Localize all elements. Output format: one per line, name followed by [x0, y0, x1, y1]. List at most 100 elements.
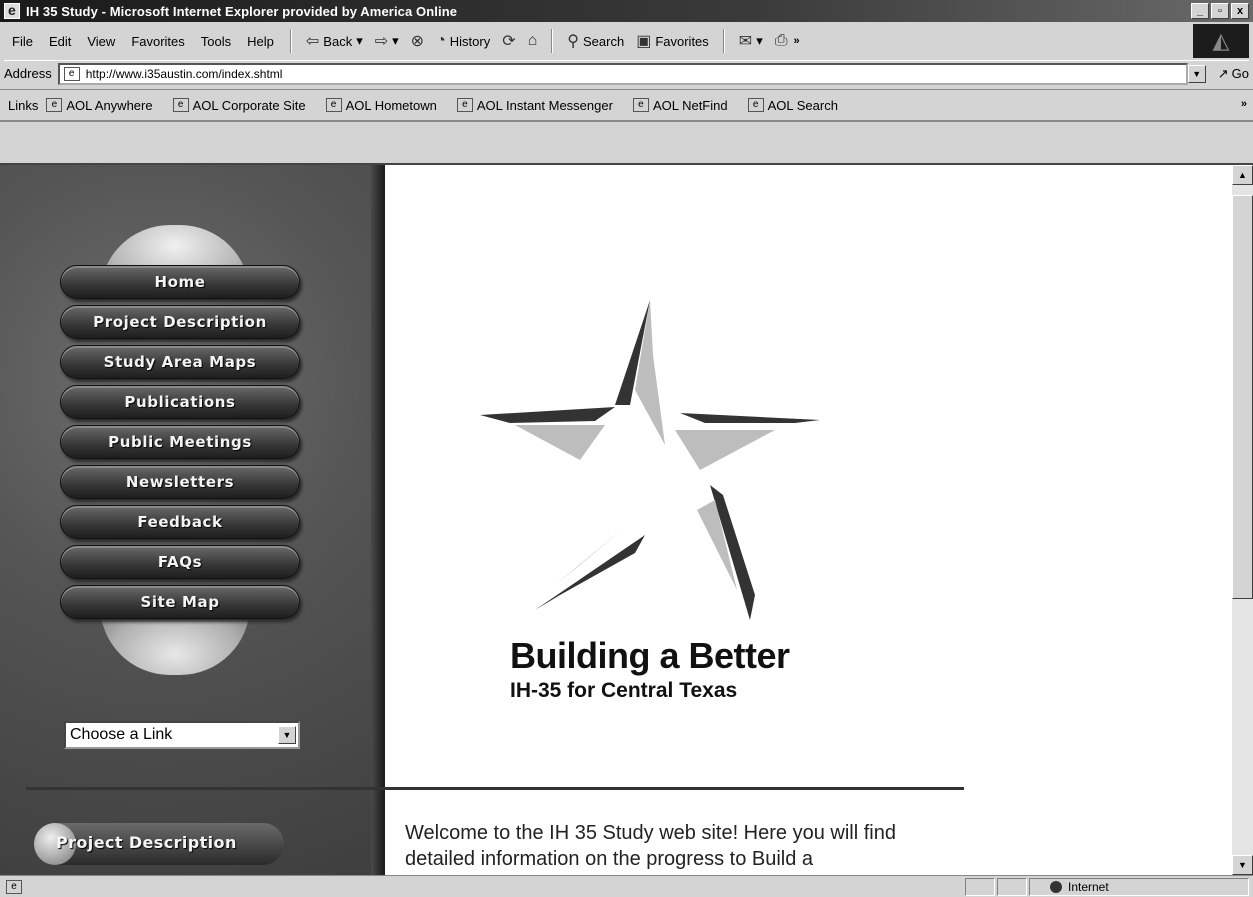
choose-link-select[interactable]: Choose a Link ▼ [64, 721, 300, 749]
mail-button[interactable]: ✉ ▾ [733, 31, 769, 51]
chrome-divider [0, 122, 1253, 165]
toolbar-separator [551, 29, 554, 53]
main-content: Building a Better IH-35 for Central Texa… [385, 165, 1232, 875]
scroll-down-button[interactable]: ▼ [1232, 855, 1253, 875]
nav-feedback[interactable]: Feedback [60, 505, 300, 539]
mail-icon: ✉ [738, 33, 753, 50]
nav-faqs[interactable]: FAQs [60, 545, 300, 579]
menu-toolbar-area: File Edit View Favorites Tools Help ⇦ Ba… [0, 22, 1253, 90]
vertical-scrollbar[interactable]: ▲ ▼ [1232, 165, 1253, 875]
logo-subtitle: IH-35 for Central Texas [510, 679, 738, 702]
horizontal-rule [26, 787, 964, 790]
home-button[interactable]: ⌂ [522, 32, 544, 50]
refresh-icon: ⟳ [502, 33, 516, 50]
address-bar: Address e http://www.i35austin.com/index… [4, 60, 1249, 86]
forward-dropdown-icon[interactable]: ▾ [392, 33, 399, 49]
toolbar-separator [722, 29, 725, 53]
search-icon: ⚲ [567, 33, 579, 50]
security-zone: Internet [1029, 878, 1249, 896]
nav-home[interactable]: Home [60, 265, 300, 299]
page-icon: e [63, 66, 80, 81]
menu-view[interactable]: View [79, 34, 123, 49]
mail-dropdown-icon[interactable]: ▾ [756, 33, 763, 49]
link-label: AOL Hometown [345, 97, 437, 113]
star-logo-icon [480, 300, 820, 620]
search-label: Search [583, 33, 625, 49]
close-button[interactable]: x [1231, 3, 1249, 19]
link-aol-netfind[interactable]: e AOL NetFind [632, 97, 728, 113]
section-pill-project-description[interactable]: Project Description [34, 823, 284, 865]
page-icon: e [632, 98, 649, 112]
status-pane [965, 878, 995, 896]
nav-site-map[interactable]: Site Map [60, 585, 300, 619]
scroll-thumb[interactable] [1232, 195, 1253, 599]
logo-title: Building a Better [510, 635, 790, 676]
link-aol-hometown[interactable]: e AOL Hometown [325, 97, 437, 113]
site-nav: Home Project Description Study Area Maps… [60, 265, 300, 625]
welcome-text: Welcome to the IH 35 Study web site! Her… [405, 822, 896, 870]
ie-throbber-logo: ◭ [1193, 24, 1249, 58]
link-label: AOL NetFind [652, 97, 728, 113]
link-label: AOL Instant Messenger [476, 97, 613, 113]
nav-publications[interactable]: Publications [60, 385, 300, 419]
nav-project-description[interactable]: Project Description [60, 305, 300, 339]
scroll-up-button[interactable]: ▲ [1232, 165, 1253, 185]
section-pill-label: Project Description [56, 833, 237, 852]
link-aol-instant-messenger[interactable]: e AOL Instant Messenger [456, 97, 613, 113]
print-button[interactable]: ⎙ [769, 32, 794, 50]
status-pane [997, 878, 1027, 896]
menu-tools[interactable]: Tools [193, 34, 239, 49]
maximize-button[interactable]: ▫ [1211, 3, 1229, 19]
print-icon: ⎙ [774, 32, 788, 49]
stop-icon: ⊗ [410, 33, 425, 50]
menu-help[interactable]: Help [239, 34, 282, 49]
links-chevron[interactable]: » [1241, 98, 1247, 110]
page-viewport: Home Project Description Study Area Maps… [0, 165, 1232, 875]
link-label: AOL Corporate Site [192, 97, 306, 113]
address-url: http://www.i35austin.com/index.shtml [85, 66, 283, 81]
address-input[interactable]: e http://www.i35austin.com/index.shtml [57, 62, 1188, 85]
back-arrow-icon: ⇦ [305, 33, 320, 50]
status-panes: Internet [965, 878, 1249, 896]
links-bar: Links e AOL Anywhere e AOL Corporate Site … [0, 90, 1253, 122]
menu-favorites[interactable]: Favorites [123, 34, 192, 49]
history-label: History [449, 33, 491, 49]
go-button[interactable]: ↗ Go [1218, 66, 1249, 82]
address-label: Address [4, 66, 52, 81]
globe-icon [1050, 881, 1062, 893]
nav-study-area-maps[interactable]: Study Area Maps [60, 345, 300, 379]
window-title: IH 35 Study - Microsoft Internet Explore… [26, 3, 458, 19]
link-label: AOL Search [767, 97, 838, 113]
link-aol-corporate-site[interactable]: e AOL Corporate Site [172, 97, 306, 113]
status-bar: e Internet [0, 875, 1253, 897]
favorites-label: Favorites [655, 33, 709, 49]
stop-button[interactable]: ⊗ [405, 31, 430, 51]
history-button[interactable]: ◔ History [430, 32, 496, 50]
nav-newsletters[interactable]: Newsletters [60, 465, 300, 499]
back-button[interactable]: ⇦ Back ▾ [300, 31, 369, 51]
menu-file[interactable]: File [4, 34, 41, 49]
select-value: Choose a Link [70, 726, 173, 743]
page-icon: e [46, 98, 63, 112]
forward-arrow-icon: ⇨ [374, 33, 389, 50]
link-aol-anywhere[interactable]: e AOL Anywhere [46, 97, 153, 113]
page-status-icon: e [6, 879, 22, 894]
minimize-button[interactable]: _ [1191, 3, 1209, 19]
link-aol-search[interactable]: e AOL Search [747, 97, 838, 113]
link-label: AOL Anywhere [66, 97, 153, 113]
back-dropdown-icon[interactable]: ▾ [356, 33, 363, 49]
throbber-icon: ◭ [1212, 28, 1230, 53]
search-button[interactable]: ⚲ Search [561, 31, 630, 51]
nav-public-meetings[interactable]: Public Meetings [60, 425, 300, 459]
sidebar: Home Project Description Study Area Maps… [0, 165, 385, 875]
forward-button[interactable]: ⇨ ▾ [369, 31, 405, 51]
ie-app-icon [4, 2, 20, 19]
menu-row: File Edit View Favorites Tools Help ⇦ Ba… [4, 26, 800, 56]
page-icon: e [172, 98, 189, 112]
refresh-button[interactable]: ⟳ [496, 31, 521, 51]
select-dropdown-icon[interactable]: ▼ [278, 726, 296, 744]
toolbar-chevron[interactable]: » [794, 35, 800, 47]
menu-edit[interactable]: Edit [41, 34, 79, 49]
address-dropdown-button[interactable]: ▼ [1187, 64, 1206, 83]
favorites-button[interactable]: ▣ Favorites [630, 31, 715, 51]
